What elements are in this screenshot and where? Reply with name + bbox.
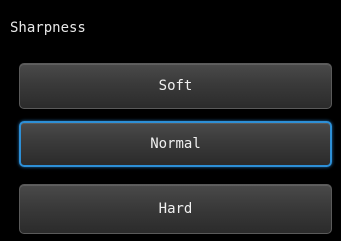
page-title: Sharpness	[10, 20, 86, 36]
normal-option-label: Normal	[150, 136, 201, 152]
soft-option-button[interactable]: Soft	[19, 63, 332, 109]
hard-option-label: Hard	[158, 201, 193, 217]
hard-option-button[interactable]: Hard	[19, 184, 332, 234]
normal-option-button[interactable]: Normal	[19, 121, 332, 167]
sharpness-screen: Sharpness Soft Normal Hard	[0, 0, 341, 241]
soft-option-label: Soft	[158, 78, 193, 94]
